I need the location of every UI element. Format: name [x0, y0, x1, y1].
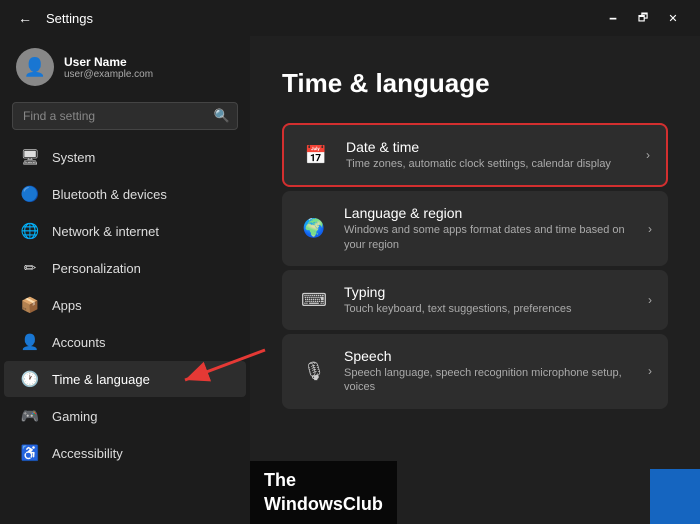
language-text: Language & region Windows and some apps …	[344, 205, 634, 252]
sidebar-item-time[interactable]: 🕐 Time & language	[4, 361, 246, 397]
typing-text: Typing Touch keyboard, text suggestions,…	[344, 284, 634, 316]
datetime-icon: 📅	[300, 139, 332, 171]
avatar: 👤	[16, 48, 54, 86]
app-title: Settings	[46, 11, 590, 26]
language-chevron: ›	[648, 222, 652, 236]
sidebar-item-accounts[interactable]: 👤 Accounts	[4, 324, 246, 360]
gaming-icon: 🎮	[20, 406, 40, 426]
settings-item-typing[interactable]: ⌨ Typing Touch keyboard, text suggestion…	[282, 270, 668, 330]
sidebar-label-system: System	[52, 150, 95, 165]
search-icon: 🔍	[214, 108, 230, 124]
language-title: Language & region	[344, 205, 634, 221]
title-bar: ← Settings 🗕 🗗 ✕	[0, 0, 700, 36]
search-container: 🔍	[12, 102, 238, 130]
datetime-text: Date & time Time zones, automatic clock …	[346, 139, 632, 171]
content-area: Time & language 📅 Date & time Time zones…	[250, 36, 700, 524]
speech-subtitle: Speech language, speech recognition micr…	[344, 366, 634, 395]
personalization-icon: ✏	[20, 258, 40, 278]
close-button[interactable]: ✕	[658, 7, 688, 29]
settings-item-language[interactable]: 🌍 Language & region Windows and some app…	[282, 191, 668, 266]
page-title: Time & language	[282, 68, 668, 99]
sidebar-item-gaming[interactable]: 🎮 Gaming	[4, 398, 246, 434]
system-icon: 🖥	[20, 147, 40, 167]
speech-title: Speech	[344, 348, 634, 364]
sidebar-label-accounts: Accounts	[52, 335, 105, 350]
typing-title: Typing	[344, 284, 634, 300]
typing-icon: ⌨	[298, 284, 330, 316]
window-controls: 🗕 🗗 ✕	[598, 7, 688, 29]
watermark: The WindowsClub	[250, 461, 397, 524]
bluetooth-icon: 🔵	[20, 184, 40, 204]
datetime-title: Date & time	[346, 139, 632, 155]
search-input[interactable]	[12, 102, 238, 130]
user-email: user@example.com	[64, 69, 153, 80]
accessibility-icon: ♿	[20, 443, 40, 463]
speech-text: Speech Speech language, speech recogniti…	[344, 348, 634, 395]
datetime-chevron: ›	[646, 148, 650, 162]
speech-icon: 🎙	[298, 355, 330, 387]
user-name: User Name	[64, 55, 153, 69]
sidebar-item-bluetooth[interactable]: 🔵 Bluetooth & devices	[4, 176, 246, 212]
sidebar-label-time: Time & language	[52, 372, 150, 387]
typing-subtitle: Touch keyboard, text suggestions, prefer…	[344, 302, 634, 316]
accounts-icon: 👤	[20, 332, 40, 352]
sidebar-item-personalization[interactable]: ✏ Personalization	[4, 250, 246, 286]
sidebar-label-bluetooth: Bluetooth & devices	[52, 187, 167, 202]
sidebar-label-network: Network & internet	[52, 224, 159, 239]
app-body: 👤 User Name user@example.com 🔍 🖥 System …	[0, 36, 700, 524]
apps-icon: 📦	[20, 295, 40, 315]
sidebar-item-network[interactable]: 🌐 Network & internet	[4, 213, 246, 249]
time-icon: 🕐	[20, 369, 40, 389]
minimize-button[interactable]: 🗕	[598, 7, 628, 29]
sidebar-label-accessibility: Accessibility	[52, 446, 123, 461]
sidebar-label-gaming: Gaming	[52, 409, 98, 424]
sidebar-user[interactable]: 👤 User Name user@example.com	[0, 36, 250, 98]
language-subtitle: Windows and some apps format dates and t…	[344, 223, 634, 252]
user-info: User Name user@example.com	[64, 55, 153, 80]
settings-item-speech[interactable]: 🎙 Speech Speech language, speech recogni…	[282, 334, 668, 409]
watermark-blue	[650, 469, 700, 524]
sidebar: 👤 User Name user@example.com 🔍 🖥 System …	[0, 36, 250, 524]
settings-items: 📅 Date & time Time zones, automatic cloc…	[282, 123, 668, 409]
sidebar-item-system[interactable]: 🖥 System	[4, 139, 246, 175]
speech-chevron: ›	[648, 364, 652, 378]
back-button[interactable]: ←	[12, 8, 38, 28]
sidebar-item-apps[interactable]: 📦 Apps	[4, 287, 246, 323]
sidebar-item-accessibility[interactable]: ♿ Accessibility	[4, 435, 246, 471]
datetime-subtitle: Time zones, automatic clock settings, ca…	[346, 157, 632, 171]
sidebar-label-apps: Apps	[52, 298, 82, 313]
language-icon: 🌍	[298, 213, 330, 245]
maximize-button[interactable]: 🗗	[628, 7, 658, 29]
sidebar-label-personalization: Personalization	[52, 261, 141, 276]
typing-chevron: ›	[648, 293, 652, 307]
sidebar-nav: 🖥 System 🔵 Bluetooth & devices 🌐 Network…	[0, 138, 250, 516]
network-icon: 🌐	[20, 221, 40, 241]
settings-item-datetime[interactable]: 📅 Date & time Time zones, automatic cloc…	[282, 123, 668, 187]
